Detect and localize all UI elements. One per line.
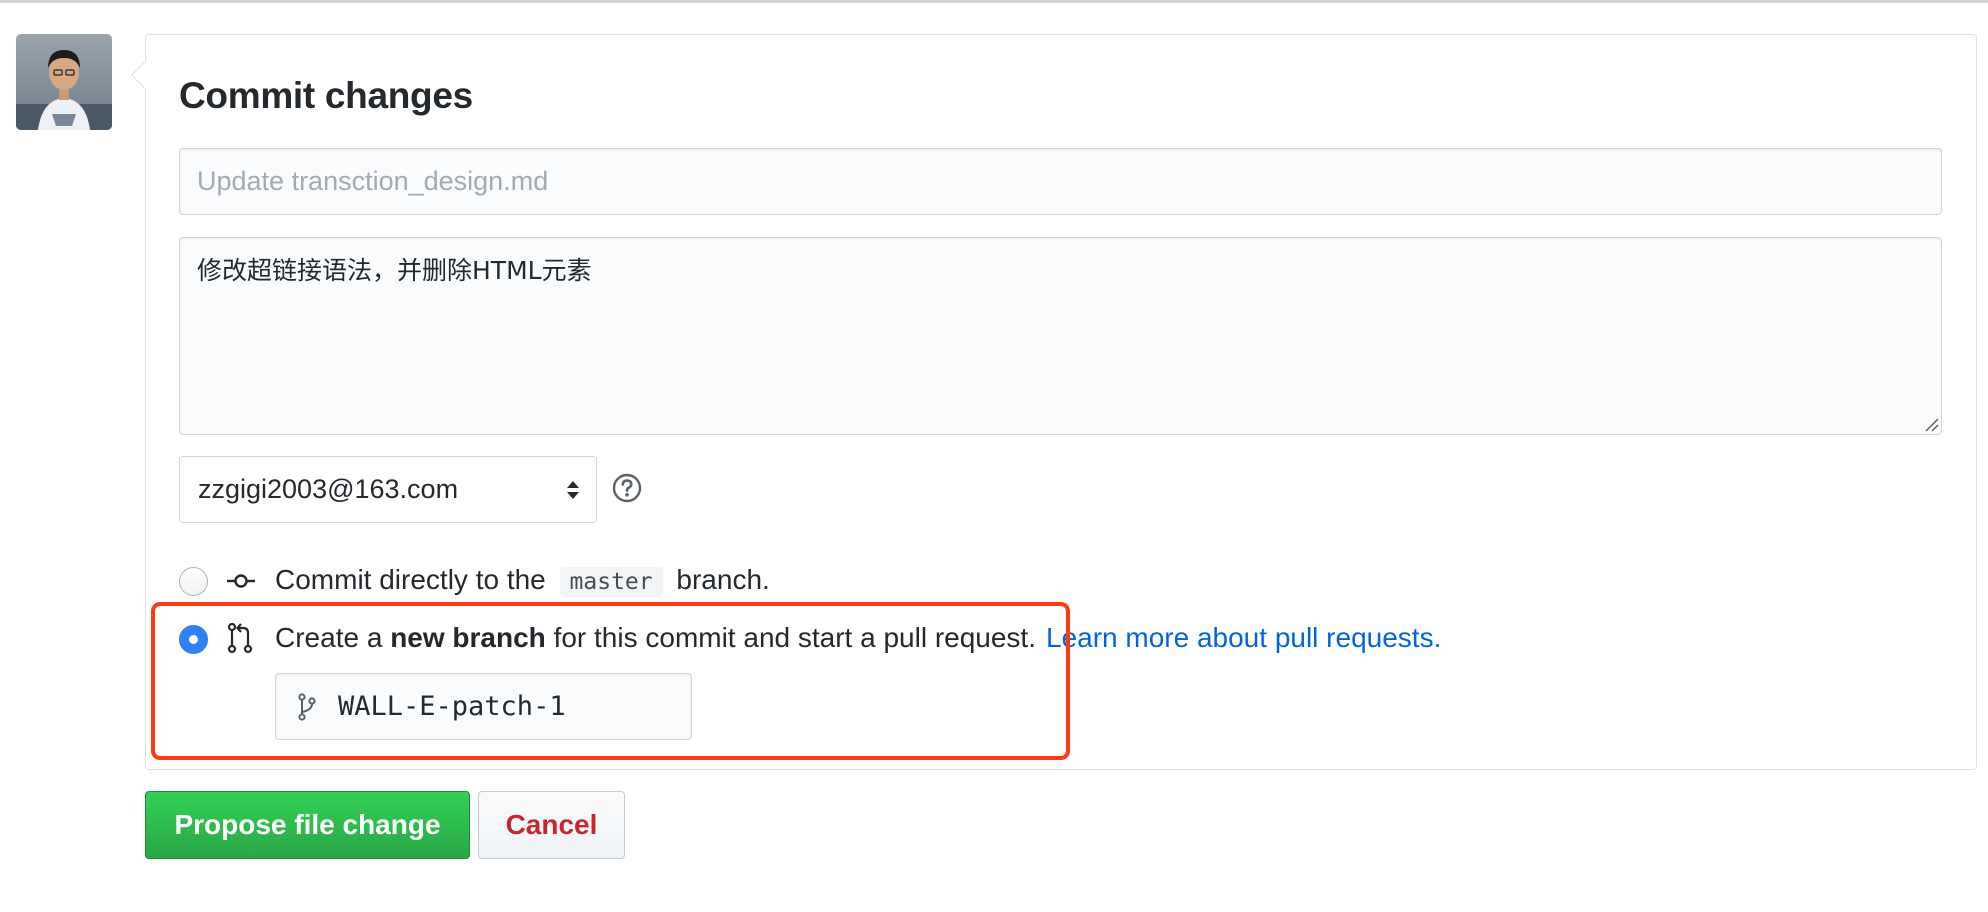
git-branch-icon xyxy=(298,693,316,721)
commit-summary-input[interactable] xyxy=(179,148,1942,215)
avatar[interactable] xyxy=(16,34,112,130)
panel-pointer xyxy=(130,60,160,90)
commit-form-panel: Commit changes 修改超链接语法，并删除HTML元素 zzgigi2… xyxy=(130,34,1977,770)
new-branch-bold: new branch xyxy=(390,622,546,653)
help-question-icon[interactable] xyxy=(611,472,643,504)
learn-more-pull-requests-link[interactable]: Learn more about pull requests. xyxy=(1046,622,1441,653)
author-email-value: zzgigi2003@163.com xyxy=(198,474,459,504)
new-branch-prefix: Create a xyxy=(275,622,383,653)
git-commit-icon xyxy=(227,574,255,588)
top-divider xyxy=(0,0,1988,3)
commit-direct-radio[interactable] xyxy=(179,567,208,596)
git-pull-request-icon xyxy=(227,622,253,654)
master-branch-name: master xyxy=(559,567,663,597)
resize-grip-icon[interactable] xyxy=(1923,416,1939,432)
author-email-select[interactable]: zzgigi2003@163.com xyxy=(179,456,597,523)
form-title: Commit changes xyxy=(179,75,473,116)
propose-file-change-button[interactable]: Propose file change xyxy=(145,791,470,859)
cancel-button[interactable]: Cancel xyxy=(478,791,625,859)
commit-direct-prefix: Commit directly to the xyxy=(275,564,546,595)
select-caret-icon xyxy=(567,481,579,499)
new-branch-label: Create a new branch for this commit and … xyxy=(275,622,1441,654)
new-branch-name-input[interactable] xyxy=(338,674,678,739)
new-branch-suffix: for this commit and start a pull request… xyxy=(553,622,1036,653)
commit-direct-label: Commit directly to the master branch. xyxy=(275,564,770,597)
commit-direct-suffix: branch. xyxy=(676,564,770,595)
new-branch-name-field[interactable] xyxy=(275,673,692,740)
commit-description-textarea[interactable]: 修改超链接语法，并删除HTML元素 xyxy=(179,237,1942,435)
new-branch-radio[interactable] xyxy=(179,625,208,654)
